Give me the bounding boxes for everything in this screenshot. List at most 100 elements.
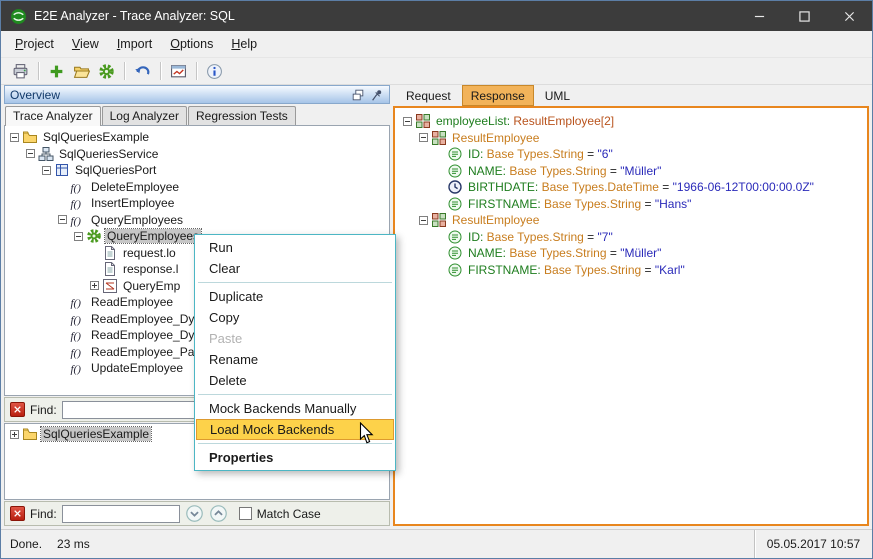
- collapse-icon[interactable]: [42, 166, 51, 175]
- menu-item-delete[interactable]: Delete: [196, 370, 394, 391]
- tree-row-name[interactable]: NAME: Base Types.String = "Müller": [398, 245, 865, 262]
- tree-label-part: employeeList:: [436, 114, 513, 128]
- menu-item-clear[interactable]: Clear: [196, 258, 394, 279]
- tree-row-employeelist[interactable]: employeeList: ResultEmployee[2]: [398, 113, 865, 130]
- find-input-bottom[interactable]: [62, 505, 180, 523]
- folder-icon: [22, 129, 38, 145]
- tree-row-birthdate[interactable]: BIRTHDATE: Base Types.DateTime = "1966-0…: [398, 179, 865, 196]
- collapse-icon[interactable]: [419, 133, 428, 142]
- find-next-button[interactable]: [185, 504, 204, 523]
- tree-row-insertemployee[interactable]: f()InsertEmployee: [5, 195, 389, 212]
- minimize-button[interactable]: [737, 1, 782, 31]
- tree-row-firstname[interactable]: FIRSTNAME: Base Types.String = "Karl": [398, 262, 865, 279]
- tree-row-resultemployee[interactable]: ResultEmployee: [398, 212, 865, 229]
- menu-help[interactable]: Help: [222, 33, 266, 55]
- settings-button[interactable]: [94, 60, 119, 82]
- tree-row-firstname[interactable]: FIRSTNAME: Base Types.String = "Hans": [398, 196, 865, 213]
- menu-item-copy[interactable]: Copy: [196, 307, 394, 328]
- tree-row-id[interactable]: ID: Base Types.String = "6": [398, 146, 865, 163]
- collapse-icon[interactable]: [26, 149, 35, 158]
- svg-text:f(): f(): [71, 364, 82, 376]
- menu-options[interactable]: Options: [161, 33, 222, 55]
- menu-item-run[interactable]: Run: [196, 237, 394, 258]
- svg-text:f(): f(): [71, 298, 82, 310]
- maximize-button[interactable]: [782, 1, 827, 31]
- open-button[interactable]: [69, 60, 94, 82]
- detail-panel: RequestResponseUML employeeList: ResultE…: [393, 85, 869, 526]
- svg-text:f(): f(): [71, 215, 82, 227]
- tree-row-id[interactable]: ID: Base Types.String = "7": [398, 229, 865, 246]
- tab-regression-tests[interactable]: Regression Tests: [188, 106, 296, 125]
- undo-button[interactable]: [130, 60, 155, 82]
- tree-label-part: =: [607, 246, 621, 260]
- float-panel-icon[interactable]: [351, 88, 365, 102]
- svg-text:f(): f(): [71, 314, 82, 326]
- menu-import[interactable]: Import: [108, 33, 161, 55]
- gear-icon: [86, 228, 102, 244]
- collapse-icon[interactable]: [419, 216, 428, 225]
- function-icon: f(): [70, 294, 86, 310]
- tree-row-sqlqueriesexample[interactable]: SqlQueriesExample: [5, 129, 389, 146]
- tree-label-part: FIRSTNAME:: [468, 263, 544, 277]
- clear-find-button[interactable]: [10, 402, 25, 417]
- menu-project[interactable]: Project: [6, 33, 63, 55]
- tab-log-analyzer[interactable]: Log Analyzer: [102, 106, 187, 125]
- collapse-icon[interactable]: [403, 117, 412, 126]
- menu-view[interactable]: View: [63, 33, 108, 55]
- tab-response[interactable]: Response: [462, 85, 534, 106]
- tree-row-sqlqueriesport[interactable]: SqlQueriesPort: [5, 162, 389, 179]
- find-previous-button[interactable]: [209, 504, 228, 523]
- tree-label: NAME: Base Types.String = "Müller": [466, 164, 663, 178]
- menu-item-properties[interactable]: Properties: [196, 447, 394, 468]
- toolbar: [1, 58, 872, 85]
- document-icon: [102, 245, 118, 261]
- pin-icon[interactable]: [370, 88, 384, 102]
- expand-icon[interactable]: [90, 281, 99, 290]
- collapse-icon[interactable]: [58, 215, 67, 224]
- info-button[interactable]: [202, 60, 227, 82]
- match-case-checkbox[interactable]: [239, 507, 252, 520]
- tab-trace-analyzer[interactable]: Trace Analyzer: [5, 106, 101, 126]
- tree-label-part: Base Types.String: [509, 164, 606, 178]
- service-icon: [38, 146, 54, 162]
- tree-row-deleteemployee[interactable]: f()DeleteEmployee: [5, 179, 389, 196]
- tree-label-part: =: [641, 197, 655, 211]
- tree-label: request.lo: [121, 246, 178, 260]
- string-icon: [447, 163, 463, 179]
- collapse-icon[interactable]: [74, 232, 83, 241]
- trace-view-button[interactable]: [166, 60, 191, 82]
- tree-label-part: Base Types.String: [487, 147, 584, 161]
- tree-label: BIRTHDATE: Base Types.DateTime = "1966-0…: [466, 180, 816, 194]
- expand-icon[interactable]: [10, 430, 19, 439]
- menu-item-mock-backends-manually[interactable]: Mock Backends Manually: [196, 398, 394, 419]
- tree-row-name[interactable]: NAME: Base Types.String = "Müller": [398, 163, 865, 180]
- tree-label-part: Base Types.DateTime: [542, 180, 659, 194]
- tree-row-resultemployee[interactable]: ResultEmployee: [398, 130, 865, 147]
- tree-label-part: "6": [598, 147, 613, 161]
- trace-view-icon: [170, 63, 187, 80]
- tree-row-sqlqueriesservice[interactable]: SqlQueriesService: [5, 146, 389, 163]
- tree-row-queryemployees[interactable]: f()QueryEmployees: [5, 212, 389, 229]
- collapse-icon[interactable]: [10, 133, 19, 142]
- menu-item-duplicate[interactable]: Duplicate: [196, 286, 394, 307]
- add-button[interactable]: [44, 60, 69, 82]
- tree-label-part: "1966-06-12T00:00:00.0Z": [673, 180, 814, 194]
- overview-tabs: Trace AnalyzerLog AnalyzerRegression Tes…: [4, 104, 390, 125]
- app-logo-icon: [10, 8, 27, 25]
- tab-uml[interactable]: UML: [536, 85, 579, 106]
- toolbar-separator: [38, 62, 39, 80]
- add-icon: [48, 63, 65, 80]
- tree-label: ReadEmployee: [89, 295, 175, 309]
- close-button[interactable]: [827, 1, 872, 31]
- tree-label-part: Base Types.String: [509, 246, 606, 260]
- string-icon: [447, 262, 463, 278]
- print-button[interactable]: [8, 60, 33, 82]
- menu-item-rename[interactable]: Rename: [196, 349, 394, 370]
- svg-text:f(): f(): [71, 347, 82, 359]
- struct-icon: [431, 212, 447, 228]
- print-icon: [12, 63, 29, 80]
- clear-find-button[interactable]: [10, 506, 25, 521]
- tree-label: FIRSTNAME: Base Types.String = "Karl": [466, 263, 687, 277]
- tab-request[interactable]: Request: [397, 85, 460, 106]
- string-icon: [447, 229, 463, 245]
